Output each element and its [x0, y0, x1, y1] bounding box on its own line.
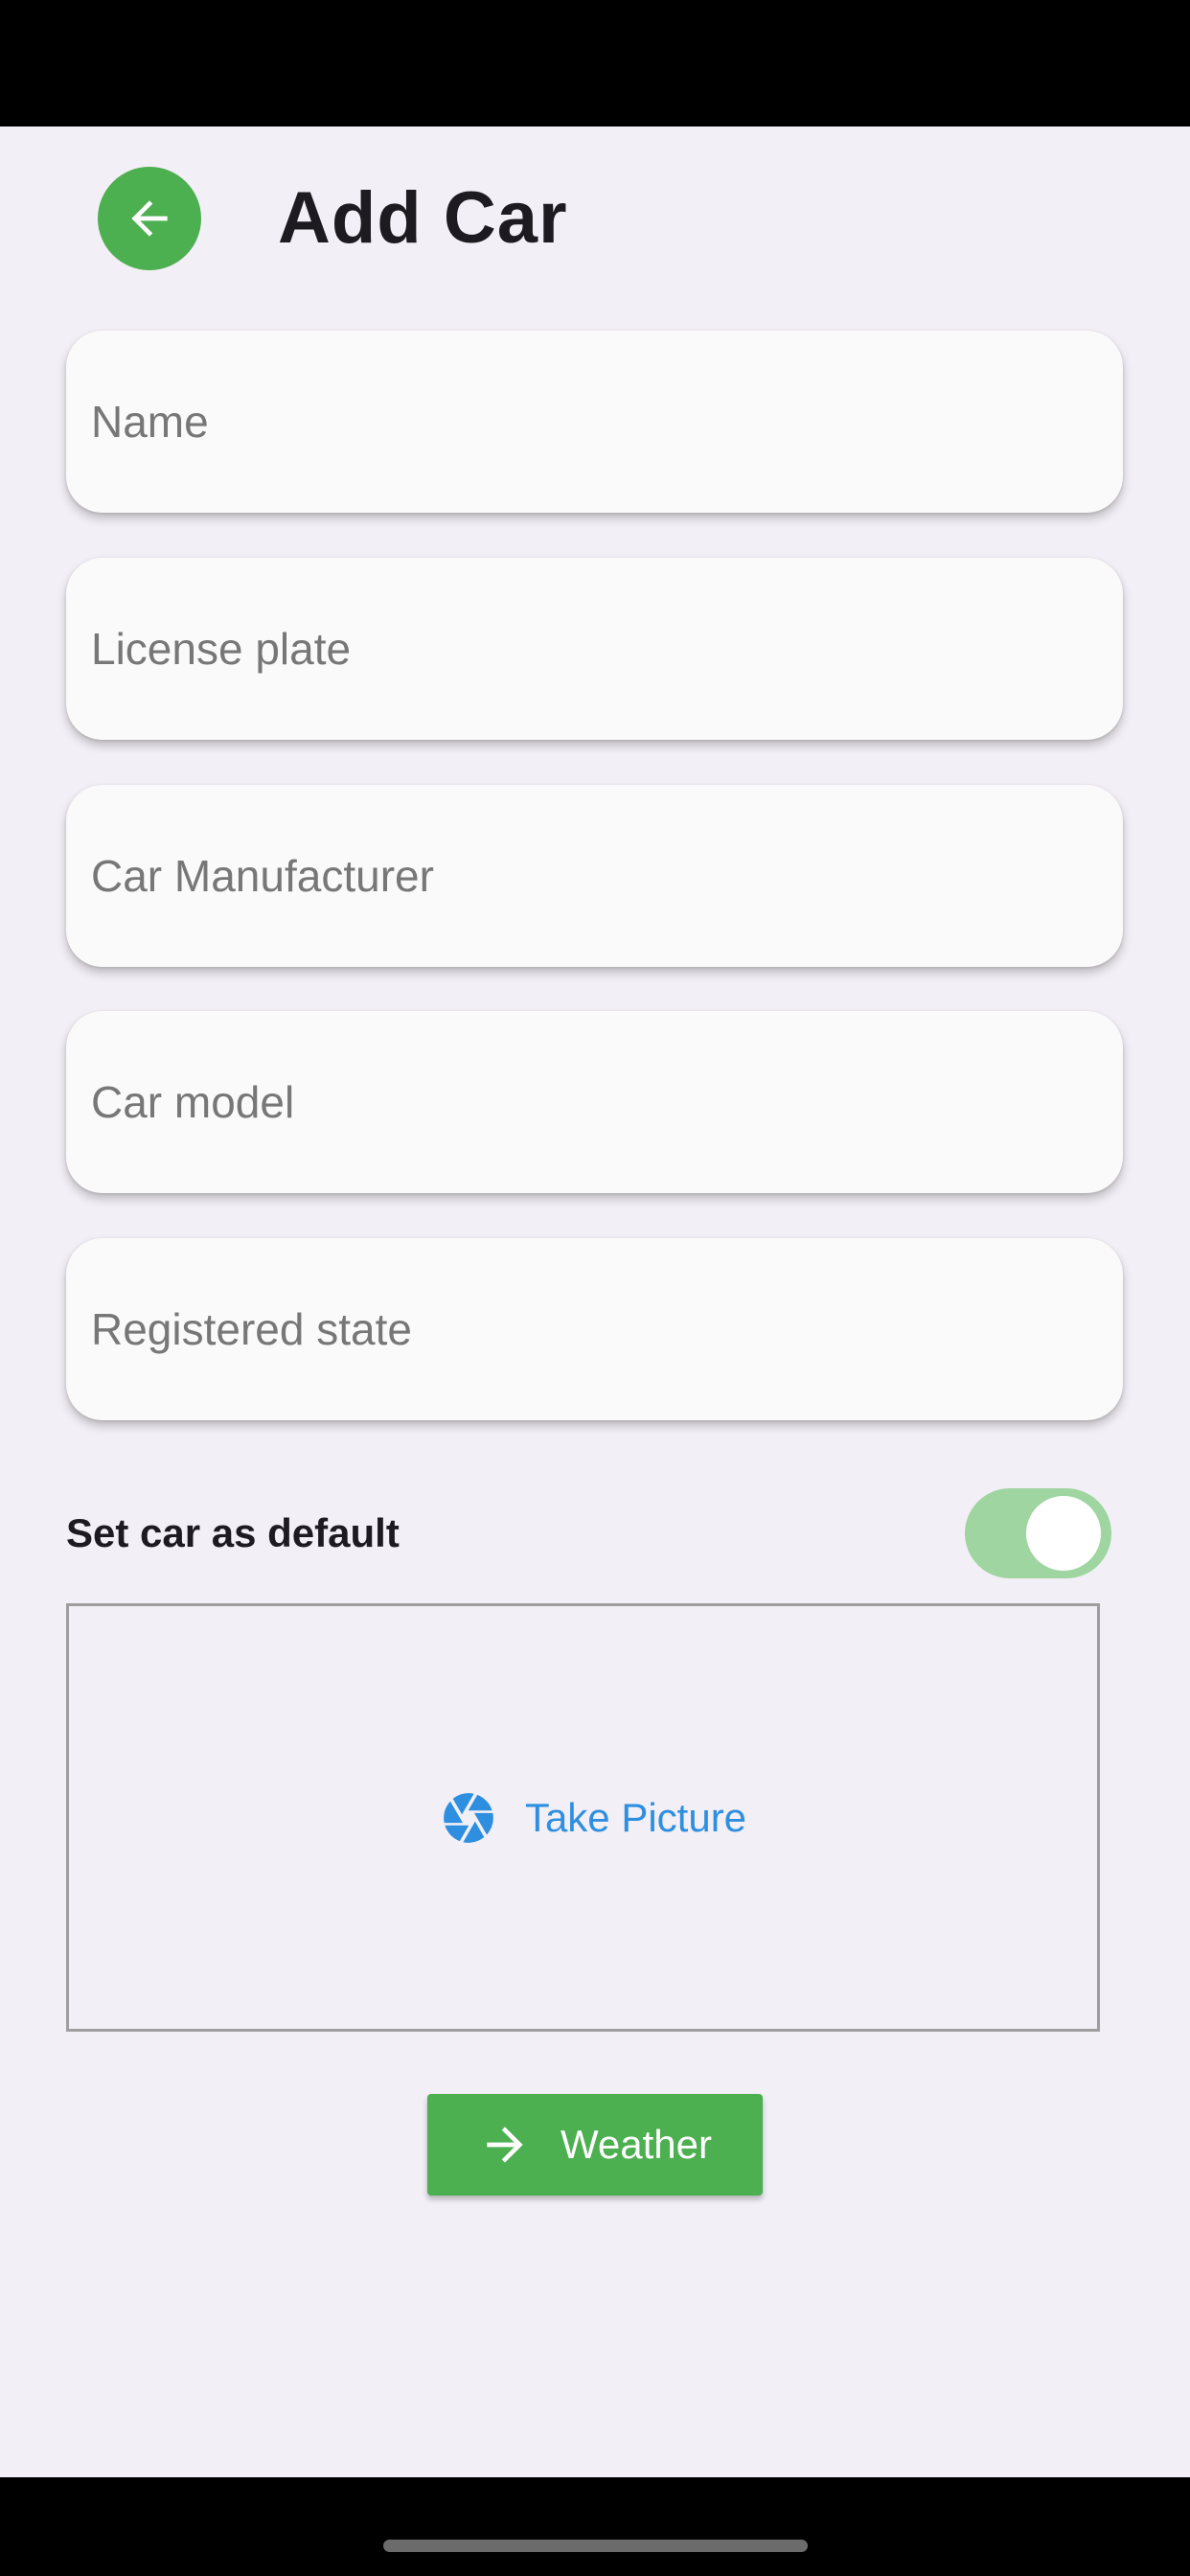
set-default-label: Set car as default — [66, 1510, 400, 1555]
status-bar — [0, 0, 1190, 126]
back-button[interactable] — [98, 167, 201, 270]
weather-label: Weather — [561, 2122, 712, 2167]
weather-button[interactable]: Weather — [427, 2094, 763, 2196]
picture-area[interactable]: Take Picture — [66, 1603, 1100, 2032]
car-model-field[interactable] — [66, 1011, 1123, 1193]
name-input[interactable] — [89, 395, 1099, 448]
name-field[interactable] — [66, 331, 1123, 513]
camera-shutter-icon — [439, 1788, 498, 1848]
page-title: Add Car — [278, 177, 568, 259]
toggle-knob — [1026, 1496, 1101, 1571]
arrow-left-icon — [131, 200, 168, 237]
car-manufacturer-input[interactable] — [89, 849, 1099, 903]
car-manufacturer-field[interactable] — [66, 785, 1123, 967]
arrow-right-icon — [487, 2127, 523, 2163]
set-default-toggle[interactable] — [965, 1488, 1111, 1578]
car-model-input[interactable] — [89, 1075, 1099, 1129]
license-plate-input[interactable] — [89, 622, 1099, 676]
home-indicator[interactable] — [383, 2540, 808, 2552]
license-plate-field[interactable] — [66, 558, 1123, 740]
take-picture-button[interactable]: Take Picture — [439, 1788, 746, 1848]
take-picture-label: Take Picture — [524, 1794, 747, 1840]
navigation-bar — [0, 2477, 1190, 2576]
registered-state-input[interactable] — [89, 1302, 1099, 1356]
registered-state-field[interactable] — [66, 1238, 1123, 1420]
